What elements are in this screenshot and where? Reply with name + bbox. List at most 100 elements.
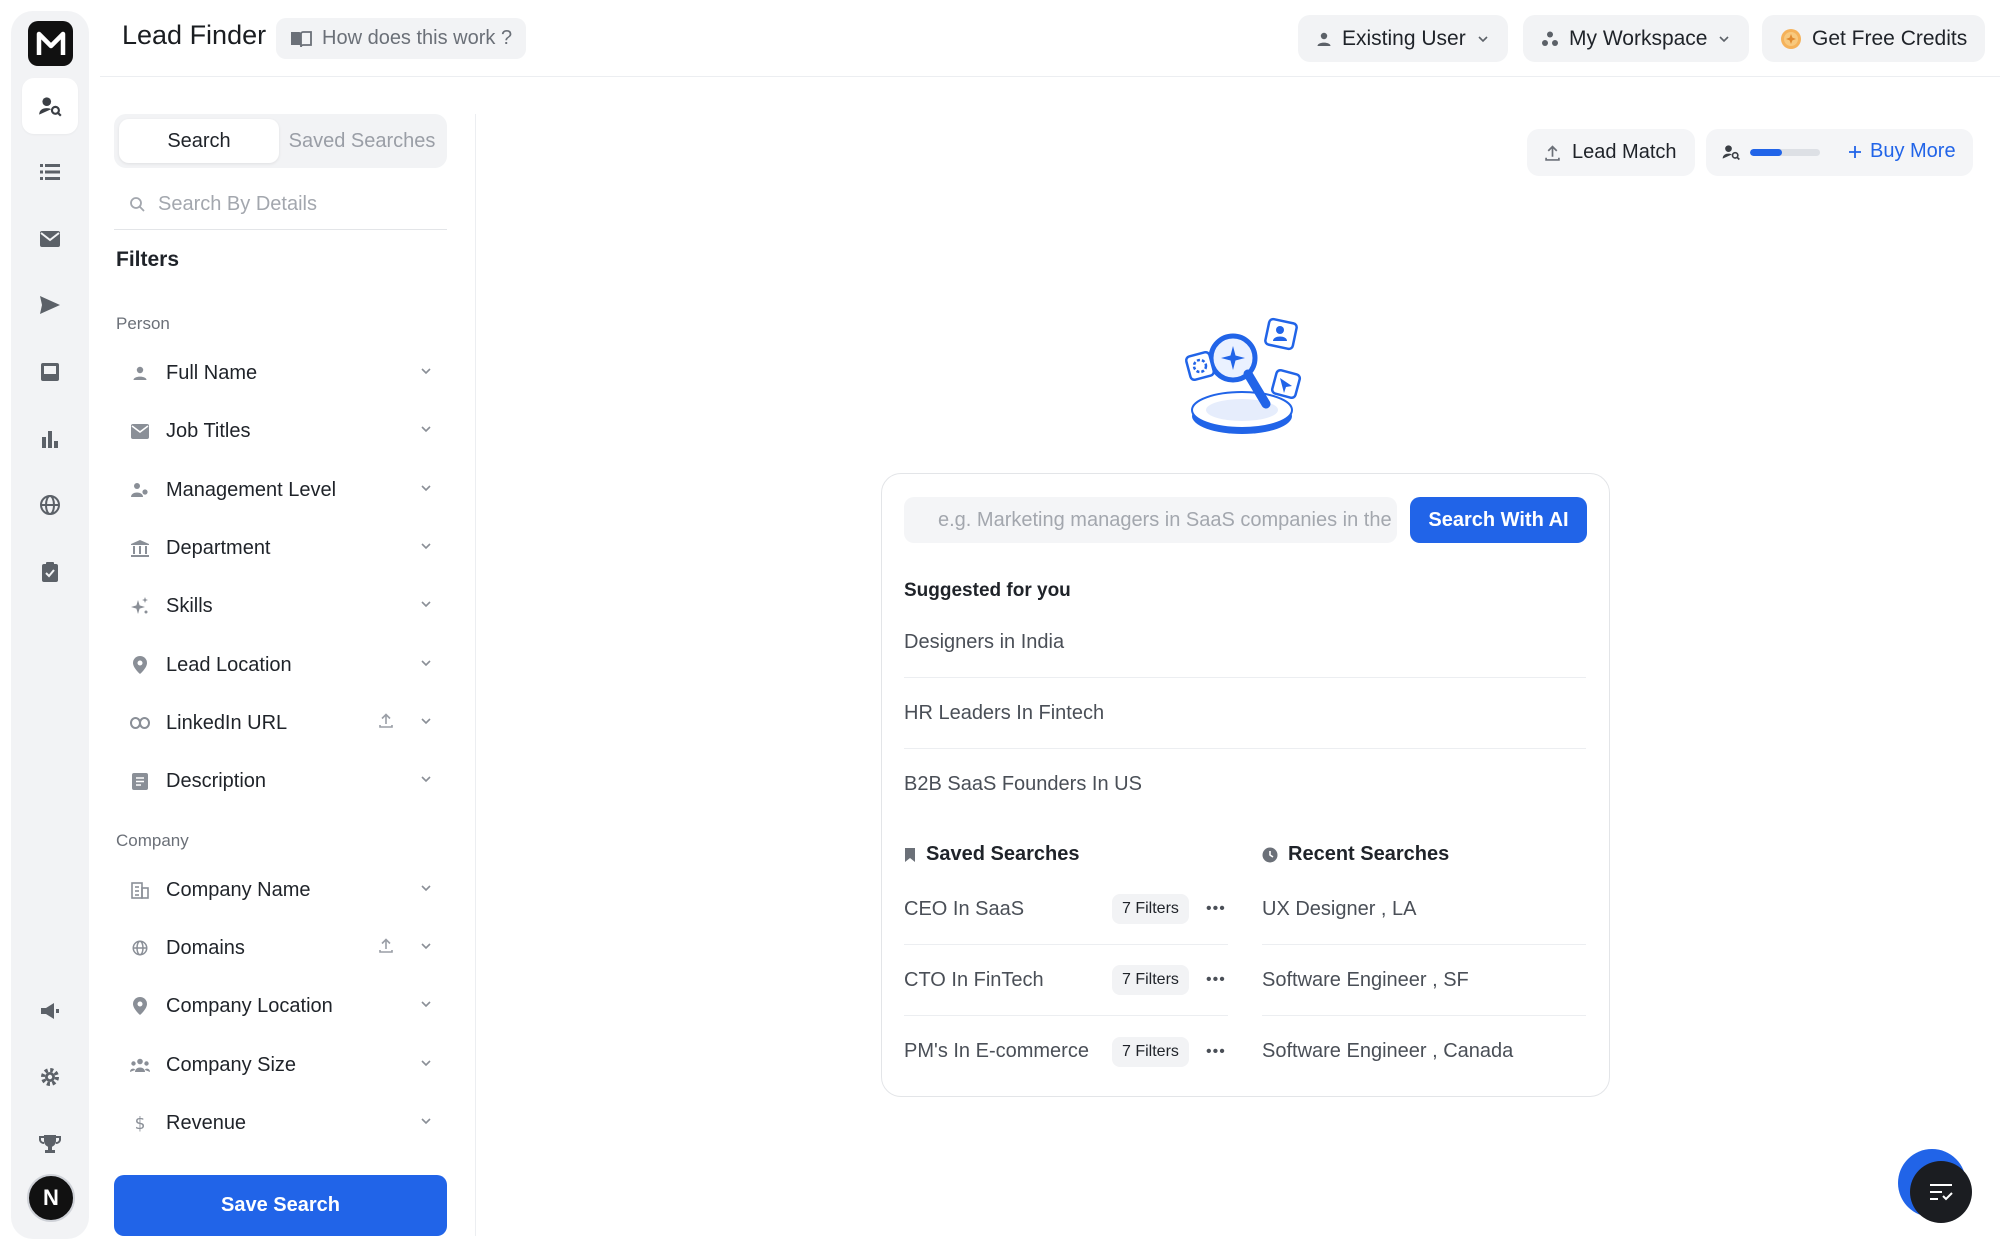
person-icon — [1317, 32, 1331, 46]
workspace-dropdown[interactable]: My Workspace — [1523, 15, 1750, 62]
filter-management-level[interactable]: Management Level — [114, 467, 447, 513]
filter-full-name[interactable]: Full Name — [114, 350, 447, 396]
svg-text:$: $ — [135, 1114, 146, 1132]
rail-lists[interactable] — [22, 144, 78, 200]
rail-email[interactable] — [22, 211, 78, 267]
filter-list-fab[interactable] — [1910, 1161, 1972, 1223]
mail-icon — [131, 423, 149, 439]
rail-settings[interactable] — [22, 1049, 78, 1105]
chevron-down-icon — [421, 1000, 431, 1007]
filters-count-badge: 7 Filters — [1112, 1036, 1189, 1067]
save-search-button[interactable]: Save Search — [114, 1175, 447, 1236]
chevron-down-icon — [1478, 35, 1488, 42]
chevron-down-icon — [421, 425, 431, 432]
upload-icon — [379, 713, 393, 728]
person-section-label: Person — [116, 314, 170, 333]
gear-icon — [41, 1068, 59, 1086]
bookmark-icon — [905, 847, 915, 862]
saved-searches-heading: Saved Searches — [904, 843, 1079, 866]
chevron-down-icon — [421, 367, 431, 374]
clipboard-check-icon — [42, 562, 58, 582]
buy-more-button[interactable]: Buy More — [1848, 140, 1956, 163]
person-icon — [133, 366, 147, 380]
nav-rail: N — [11, 11, 89, 1239]
rail-tasks[interactable] — [22, 544, 78, 600]
filter-department[interactable]: Department — [114, 525, 447, 571]
globe-icon — [132, 940, 148, 956]
company-section-label: Company — [116, 831, 189, 850]
building-columns-icon — [131, 539, 149, 557]
chevron-down-icon — [421, 717, 431, 724]
more-options-icon[interactable]: ••• — [1206, 971, 1226, 989]
person-search-icon — [1722, 145, 1740, 161]
org-icon — [131, 483, 148, 497]
recent-search-item[interactable]: Software Engineer , SF — [1262, 945, 1586, 1016]
saved-search-item[interactable]: CTO In FinTech 7 Filters ••• — [904, 945, 1228, 1016]
upload-icon — [379, 938, 393, 953]
suggestion-item[interactable]: B2B SaaS Founders In US — [904, 749, 1586, 820]
existing-user-dropdown[interactable]: Existing User — [1298, 15, 1508, 62]
ai-search-card: e.g. Marketing managers in SaaS companie… — [881, 473, 1610, 1097]
credits-widget: Buy More — [1706, 129, 1973, 176]
filter-company-location[interactable]: Company Location — [114, 983, 447, 1029]
rail-rewards[interactable] — [22, 1116, 78, 1172]
suggestion-item[interactable]: HR Leaders In Fintech — [904, 678, 1586, 749]
suggestion-item[interactable]: Designers in India — [904, 607, 1586, 678]
filter-domains[interactable]: Domains — [114, 925, 447, 971]
rail-announcements[interactable] — [22, 983, 78, 1039]
mail-icon — [40, 231, 60, 247]
recent-searches-heading: Recent Searches — [1262, 843, 1449, 866]
credit-usage-fill — [1750, 149, 1782, 156]
chevron-down-icon — [421, 1117, 431, 1124]
more-options-icon[interactable]: ••• — [1206, 1043, 1226, 1061]
get-free-credits-button[interactable]: Get Free Credits — [1762, 15, 1986, 62]
filter-company-name[interactable]: Company Name — [114, 867, 447, 913]
filter-linkedin-url[interactable]: LinkedIn URL — [114, 700, 447, 746]
saved-search-item[interactable]: PM's In E-commerce 7 Filters ••• — [904, 1016, 1228, 1087]
chevron-down-icon — [421, 542, 431, 549]
chevron-down-icon — [421, 659, 431, 666]
chevron-down-icon — [421, 600, 431, 607]
bar-chart-icon — [42, 431, 58, 448]
people-group-icon — [130, 1058, 150, 1072]
filters-count-badge: 7 Filters — [1112, 894, 1189, 924]
app-logo[interactable] — [28, 21, 73, 66]
lead-match-button[interactable]: Lead Match — [1527, 129, 1695, 176]
filter-job-titles[interactable]: Job Titles — [114, 408, 447, 454]
inbox-icon — [41, 363, 59, 381]
rail-inbox[interactable] — [22, 344, 78, 400]
workspace-icon — [1542, 31, 1558, 46]
chevron-down-icon — [421, 775, 431, 782]
link-icon — [130, 717, 150, 729]
clock-icon — [1262, 847, 1278, 862]
filter-skills[interactable]: Skills — [114, 583, 447, 629]
chevron-down-icon — [1719, 35, 1730, 42]
search-illustration — [1184, 317, 1302, 434]
filters-count-badge: 7 Filters — [1112, 965, 1189, 995]
filter-revenue[interactable]: $ Revenue — [114, 1100, 447, 1146]
rail-campaigns[interactable] — [22, 277, 78, 333]
rail-analytics[interactable] — [22, 411, 78, 467]
rail-domains[interactable] — [22, 477, 78, 533]
recent-search-item[interactable]: UX Designer , LA — [1262, 874, 1586, 945]
sparkle-icon — [131, 597, 148, 614]
chevron-down-icon — [421, 942, 431, 949]
upload-domains-button[interactable] — [379, 938, 393, 958]
search-with-ai-button[interactable]: Search With AI — [1410, 497, 1587, 543]
globe-icon — [40, 495, 60, 515]
filter-description[interactable]: Description — [114, 758, 447, 804]
chevron-down-icon — [421, 884, 431, 891]
location-pin-icon — [133, 997, 147, 1015]
send-icon — [40, 296, 60, 314]
rail-lead-finder[interactable] — [22, 78, 78, 134]
location-pin-icon — [133, 656, 147, 674]
chevron-down-icon — [421, 1059, 431, 1066]
saved-search-item[interactable]: CEO In SaaS 7 Filters ••• — [904, 874, 1228, 945]
filter-lead-location[interactable]: Lead Location — [114, 642, 447, 688]
filter-company-size[interactable]: Company Size — [114, 1042, 447, 1088]
upload-linkedin-button[interactable] — [379, 713, 393, 733]
recent-search-item[interactable]: Software Engineer , Canada — [1262, 1016, 1586, 1087]
ai-search-input[interactable]: e.g. Marketing managers in SaaS companie… — [904, 497, 1397, 543]
user-avatar[interactable]: N — [27, 1174, 75, 1222]
more-options-icon[interactable]: ••• — [1206, 900, 1226, 918]
